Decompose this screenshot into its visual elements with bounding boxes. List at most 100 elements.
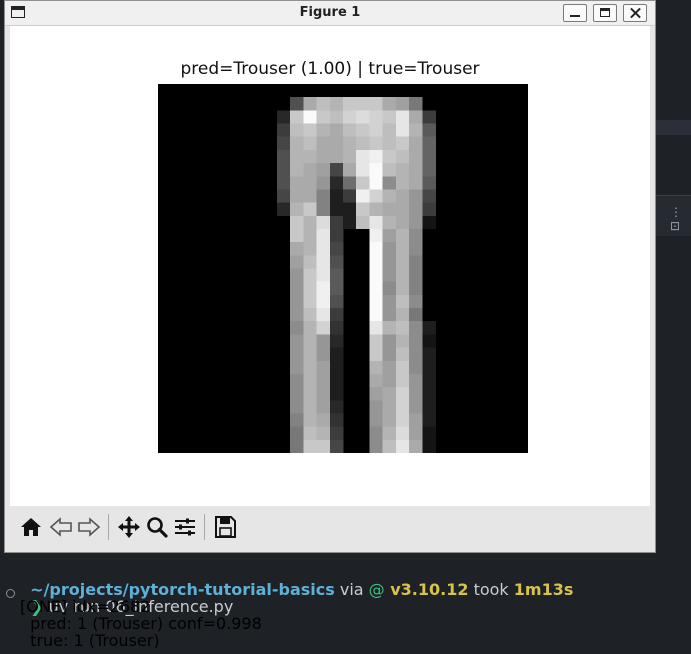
image-pixel bbox=[316, 360, 331, 375]
image-pixel bbox=[290, 97, 304, 111]
image-pixel bbox=[356, 149, 370, 164]
image-pixel bbox=[395, 281, 410, 296]
image-pixel bbox=[290, 149, 304, 164]
image-pixel bbox=[409, 228, 423, 243]
image-pixel bbox=[316, 97, 331, 111]
image-pixel bbox=[422, 426, 436, 441]
image-pixel bbox=[422, 123, 436, 137]
image-pixel bbox=[316, 176, 331, 190]
image-pixel bbox=[422, 163, 436, 177]
image-pixel bbox=[303, 123, 317, 137]
image-pixel bbox=[369, 228, 383, 243]
save-icon[interactable] bbox=[212, 514, 238, 540]
image-pixel bbox=[329, 163, 344, 177]
home-icon[interactable] bbox=[18, 514, 44, 540]
image-pixel bbox=[316, 268, 331, 282]
image-pixel bbox=[303, 268, 317, 282]
image-pixel bbox=[382, 123, 397, 137]
image-pixel bbox=[395, 189, 410, 203]
image-pixel bbox=[316, 255, 331, 269]
image-pixel bbox=[395, 426, 410, 441]
image-pixel bbox=[329, 281, 344, 296]
pan-icon[interactable] bbox=[116, 514, 142, 540]
image-pixel bbox=[409, 360, 423, 375]
maximize-button[interactable] bbox=[593, 4, 617, 22]
image-pixel bbox=[382, 439, 397, 454]
image-pixel bbox=[316, 294, 331, 309]
image-pixel bbox=[290, 334, 304, 348]
image-pixel bbox=[356, 136, 370, 151]
image-pixel bbox=[290, 123, 304, 137]
image-pixel bbox=[303, 228, 317, 243]
image-pixel bbox=[409, 110, 423, 124]
image-pixel bbox=[290, 189, 304, 203]
image-pixel bbox=[316, 400, 331, 414]
python-icon: @ bbox=[368, 580, 385, 599]
prompt-status-icon bbox=[6, 589, 15, 598]
image-pixel bbox=[422, 400, 436, 414]
image-pixel bbox=[290, 426, 304, 441]
image-pixel bbox=[329, 373, 344, 388]
image-pixel bbox=[369, 439, 383, 454]
image-pixel bbox=[316, 281, 331, 296]
image-pixel bbox=[316, 123, 331, 137]
image-pixel bbox=[303, 387, 317, 401]
image-pixel bbox=[290, 176, 304, 190]
zoom-icon[interactable] bbox=[144, 514, 170, 540]
image-pixel bbox=[395, 360, 410, 375]
image-pixel bbox=[422, 413, 436, 427]
image-pixel bbox=[369, 400, 383, 414]
image-pixel bbox=[422, 360, 436, 375]
image-pixel bbox=[329, 426, 344, 441]
back-icon[interactable] bbox=[48, 514, 74, 540]
image-pixel bbox=[316, 149, 331, 164]
image-pixel bbox=[395, 255, 410, 269]
close-button[interactable] bbox=[623, 4, 647, 22]
image-pixel bbox=[316, 215, 331, 230]
image-pixel bbox=[395, 400, 410, 414]
image-pixel bbox=[369, 413, 383, 427]
image-pixel bbox=[290, 413, 304, 427]
image-pixel bbox=[276, 110, 291, 124]
image-pixel bbox=[329, 176, 344, 190]
image-pixel bbox=[422, 387, 436, 401]
image-pixel bbox=[422, 373, 436, 388]
image-pixel bbox=[303, 136, 317, 151]
background-panel-strip bbox=[656, 120, 691, 135]
image-pixel bbox=[409, 426, 423, 441]
image-pixel bbox=[303, 149, 317, 164]
image-pixel bbox=[395, 202, 410, 217]
image-pixel bbox=[303, 215, 317, 230]
image-pixel bbox=[395, 413, 410, 427]
configure-subplots-icon[interactable] bbox=[172, 514, 198, 540]
image-pixel bbox=[329, 347, 344, 362]
window-titlebar[interactable]: Figure 1 bbox=[5, 1, 655, 26]
image-pixel bbox=[422, 176, 436, 190]
image-pixel bbox=[409, 202, 423, 217]
image-pixel bbox=[316, 136, 331, 151]
image-pixel bbox=[316, 242, 331, 256]
image-pixel bbox=[382, 294, 397, 309]
image-pixel bbox=[356, 202, 370, 217]
image-pixel bbox=[290, 215, 304, 230]
image-pixel bbox=[382, 189, 397, 203]
image-pixel bbox=[303, 373, 317, 388]
forward-icon[interactable] bbox=[76, 514, 102, 540]
image-pixel bbox=[409, 439, 423, 454]
image-pixel bbox=[395, 242, 410, 256]
image-pixel bbox=[422, 439, 436, 454]
image-pixel bbox=[395, 347, 410, 362]
image-pixel bbox=[303, 439, 317, 454]
image-pixel bbox=[382, 136, 397, 151]
minimize-button[interactable] bbox=[563, 4, 587, 22]
image-pixel bbox=[303, 400, 317, 414]
figure-canvas[interactable]: pred=Trouser (1.00) | true=Trouser bbox=[10, 26, 650, 506]
image-pixel bbox=[422, 110, 436, 124]
image-pixel bbox=[409, 163, 423, 177]
image-pixel bbox=[409, 242, 423, 256]
image-pixel bbox=[369, 268, 383, 282]
image-pixel bbox=[369, 426, 383, 441]
image-pixel bbox=[329, 97, 344, 111]
image-pixel bbox=[382, 400, 397, 414]
image-pixel bbox=[395, 268, 410, 282]
